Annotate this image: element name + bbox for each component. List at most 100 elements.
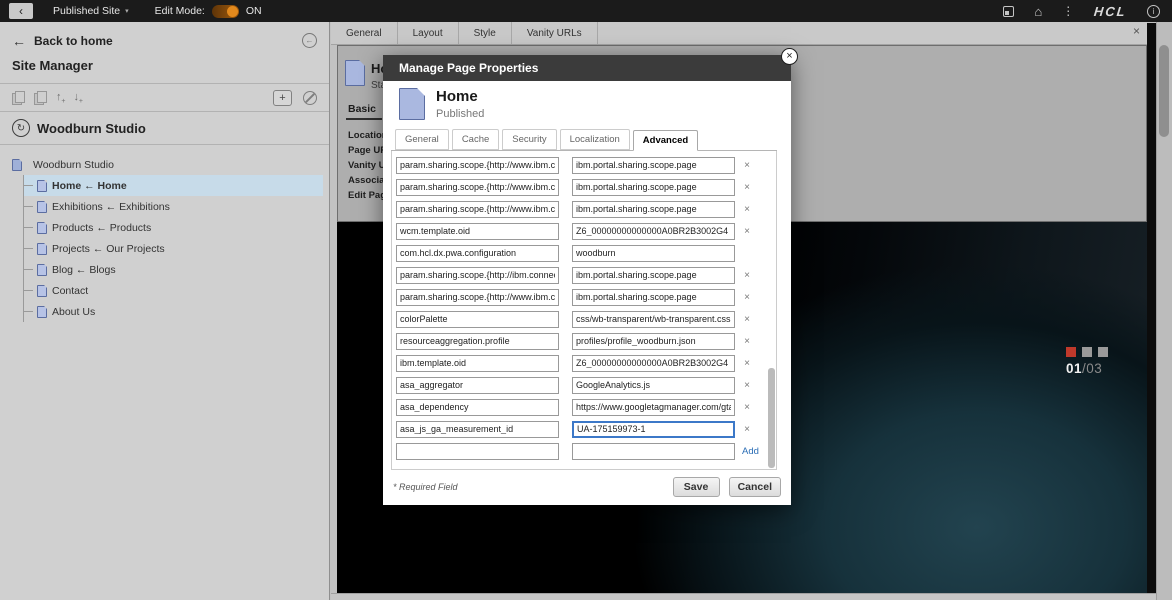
carousel-square[interactable] xyxy=(1082,347,1092,357)
active-tab-underline xyxy=(346,118,382,120)
remove-row-button[interactable]: × xyxy=(735,182,759,193)
parameter-key-input[interactable] xyxy=(396,245,559,262)
info-icon[interactable]: i xyxy=(1147,5,1160,18)
parameter-value-input[interactable] xyxy=(572,311,735,328)
panel-tab-basic[interactable]: Basic xyxy=(348,103,376,115)
modal-scrollbar-thumb[interactable] xyxy=(768,368,775,468)
collapse-panel-icon[interactable]: ← xyxy=(302,33,317,48)
parameter-key-input[interactable] xyxy=(396,267,559,284)
window-icon[interactable] xyxy=(1003,6,1014,17)
parameter-key-input[interactable] xyxy=(396,355,559,372)
modal-tab-general[interactable]: General xyxy=(395,129,449,150)
tab-layout[interactable]: Layout xyxy=(398,22,459,44)
tree-item[interactable]: Blog ← Blogs xyxy=(24,259,323,280)
parameter-value-input[interactable] xyxy=(572,179,735,196)
remove-row-button[interactable]: × xyxy=(735,314,759,325)
parameter-key-input[interactable] xyxy=(396,377,559,394)
parameter-value-input[interactable] xyxy=(572,267,735,284)
remove-row-button[interactable]: × xyxy=(735,424,759,435)
page-icon xyxy=(37,243,47,255)
modal-tab-security[interactable]: Security xyxy=(502,129,556,150)
modal-tab-localization[interactable]: Localization xyxy=(560,129,630,150)
site-state-label: Published Site xyxy=(53,5,120,17)
tree-item[interactable]: Exhibitions ← Exhibitions xyxy=(24,196,323,217)
remove-row-button[interactable]: × xyxy=(735,160,759,171)
tab-general[interactable]: General xyxy=(331,22,398,44)
parameter-key-input[interactable] xyxy=(396,201,559,218)
modal-tab-advanced[interactable]: Advanced xyxy=(633,130,698,151)
remove-row-button[interactable]: × xyxy=(735,270,759,281)
parameter-key-input[interactable] xyxy=(396,443,559,460)
parameter-value-input[interactable] xyxy=(572,377,735,394)
parameter-key-input[interactable] xyxy=(396,421,559,438)
parameter-value-input[interactable] xyxy=(572,245,735,262)
remove-row-button[interactable]: × xyxy=(735,358,759,369)
parameter-value-input[interactable] xyxy=(572,157,735,174)
back-to-home-link[interactable]: Back to home xyxy=(34,34,113,48)
site-state-selector[interactable]: Published Site ▾ xyxy=(53,5,129,17)
parameter-key-input[interactable] xyxy=(396,333,559,350)
parameter-row: × xyxy=(396,286,776,308)
parameter-value-input[interactable] xyxy=(572,399,735,416)
parameter-row: × xyxy=(396,176,776,198)
add-page-button[interactable]: + xyxy=(273,90,292,106)
parameter-row xyxy=(396,242,776,264)
parameter-key-input[interactable] xyxy=(396,223,559,240)
remove-row-button[interactable]: × xyxy=(735,380,759,391)
parameter-value-input[interactable] xyxy=(572,201,735,218)
tree-root-item[interactable]: Woodburn Studio xyxy=(10,155,323,175)
carousel-square[interactable] xyxy=(1066,347,1076,357)
back-button[interactable]: ‹ xyxy=(9,3,33,19)
theme-icon[interactable] xyxy=(303,91,317,105)
parameter-key-input[interactable] xyxy=(396,289,559,306)
tree-item[interactable]: About Us xyxy=(24,301,323,322)
tree-item[interactable]: Contact xyxy=(24,280,323,301)
page-scrollbar-thumb[interactable] xyxy=(1159,45,1169,137)
move-down-icon[interactable]: ↓ xyxy=(74,92,80,103)
parameter-value-input[interactable] xyxy=(572,355,735,372)
modal-close-icon[interactable]: × xyxy=(781,48,798,65)
remove-row-button[interactable]: × xyxy=(735,336,759,347)
paste-page-icon[interactable] xyxy=(34,91,45,104)
parameter-value-input[interactable] xyxy=(572,223,735,240)
parameter-key-input[interactable] xyxy=(396,311,559,328)
tab-style[interactable]: Style xyxy=(459,22,512,44)
parameter-key-input[interactable] xyxy=(396,399,559,416)
parameter-key-input[interactable] xyxy=(396,157,559,174)
tree-item[interactable]: Projects ← Our Projects xyxy=(24,238,323,259)
edit-mode-toggle[interactable] xyxy=(212,5,239,18)
parameter-value-input[interactable] xyxy=(572,333,735,350)
horizontal-scrollbar[interactable] xyxy=(331,593,1156,600)
modal-tab-cache[interactable]: Cache xyxy=(452,129,499,150)
parameter-value-input[interactable] xyxy=(572,443,735,460)
remove-row-button[interactable]: × xyxy=(735,204,759,215)
manage-page-properties-modal: × Manage Page Properties Home Published … xyxy=(383,55,791,505)
more-menu-icon[interactable]: ⋮ xyxy=(1062,5,1074,17)
tab-vanity-urls[interactable]: Vanity URLs xyxy=(512,22,598,44)
carousel-counter: 01/03 xyxy=(1066,361,1108,376)
carousel-current: 01 xyxy=(1066,361,1082,376)
home-icon[interactable]: ⌂ xyxy=(1034,5,1042,18)
tree-item-label: Home ← Home xyxy=(52,180,127,192)
parameter-value-input[interactable] xyxy=(572,289,735,306)
site-tree: Woodburn Studio Home ← Home Exhibitions … xyxy=(0,145,329,322)
page-scrollbar[interactable] xyxy=(1156,22,1172,600)
required-field-note: * Required Field xyxy=(393,482,458,492)
sidebar-toolbar: ↑ ↓ + xyxy=(0,84,329,112)
remove-row-button[interactable]: × xyxy=(735,226,759,237)
remove-row-button[interactable]: × xyxy=(735,402,759,413)
copy-page-icon[interactable] xyxy=(12,91,23,104)
content-close-icon[interactable]: × xyxy=(1133,25,1140,37)
site-logo-icon: ↻ xyxy=(12,119,30,137)
move-up-icon[interactable]: ↑ xyxy=(56,92,62,103)
add-row-button[interactable]: Add xyxy=(742,446,759,457)
parameter-value-input[interactable] xyxy=(572,421,735,438)
parameter-key-input[interactable] xyxy=(396,179,559,196)
tree-item-label: Blog ← Blogs xyxy=(52,264,116,276)
carousel-square[interactable] xyxy=(1098,347,1108,357)
tree-item[interactable]: Products ← Products xyxy=(24,217,323,238)
remove-row-button[interactable]: × xyxy=(735,292,759,303)
save-button[interactable]: Save xyxy=(673,477,720,497)
tree-item[interactable]: Home ← Home xyxy=(24,175,323,196)
cancel-button[interactable]: Cancel xyxy=(729,477,781,497)
